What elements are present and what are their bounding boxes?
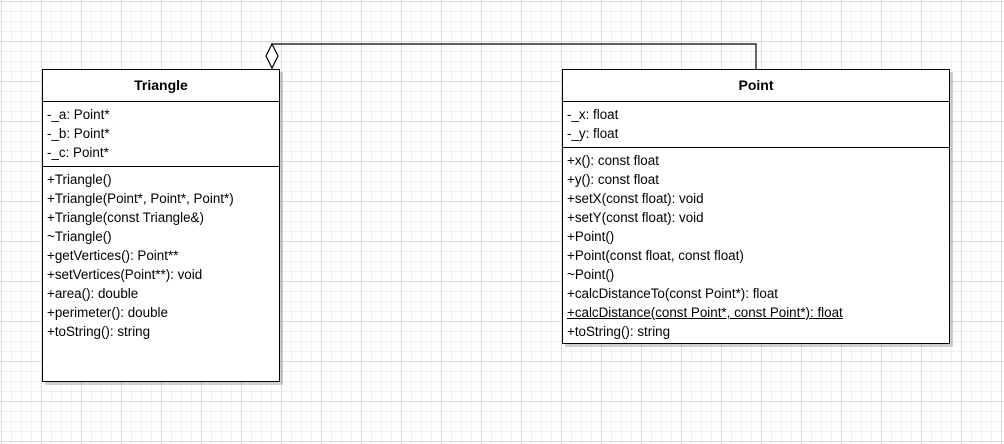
method-item: +y(): const float	[567, 172, 659, 187]
method-item: +Point()	[567, 229, 615, 244]
method-list: +x(): const float +y(): const float +set…	[563, 148, 949, 345]
class-name: Triangle	[43, 70, 279, 102]
method-item: +calcDistanceTo(const Point*): float	[567, 286, 778, 301]
attribute-list: -_a: Point* -_b: Point* -_c: Point*	[43, 102, 279, 167]
method-item: +toString(): string	[47, 324, 151, 339]
attribute-item: -_c: Point*	[47, 145, 109, 160]
method-item: +Point(const float, const float)	[567, 248, 744, 263]
method-item: +setY(const float): void	[567, 210, 704, 225]
aggregation-diamond-icon	[265, 42, 279, 70]
attribute-item: -_a: Point*	[47, 107, 110, 122]
method-item: ~Triangle()	[47, 229, 112, 244]
method-item: ~Point()	[567, 267, 615, 282]
method-item: +perimeter(): double	[47, 305, 168, 320]
method-item: +Triangle(const Triangle&)	[47, 210, 204, 225]
method-item: +toString(): string	[567, 324, 671, 339]
method-item: +getVertices(): Point**	[47, 248, 179, 263]
attribute-item: -_y: float	[567, 126, 619, 141]
aggregation-line[interactable]	[272, 43, 757, 69]
attribute-item: -_b: Point*	[47, 126, 110, 141]
method-item: +setVertices(Point**): void	[47, 267, 203, 282]
class-point[interactable]: Point -_x: float -_y: float +x(): const …	[562, 69, 950, 344]
method-list: +Triangle() +Triangle(Point*, Point*, Po…	[43, 167, 279, 345]
class-name: Point	[563, 70, 949, 102]
attribute-item: -_x: float	[567, 107, 619, 122]
class-triangle[interactable]: Triangle -_a: Point* -_b: Point* -_c: Po…	[42, 69, 280, 382]
method-item: +Triangle()	[47, 172, 112, 187]
attribute-list: -_x: float -_y: float	[563, 102, 949, 148]
method-item: +setX(const float): void	[567, 191, 704, 206]
method-item: +area(): double	[47, 286, 139, 301]
method-item: +Triangle(Point*, Point*, Point*)	[47, 191, 234, 206]
static-method-item: +calcDistance(const Point*, const Point*…	[567, 305, 843, 320]
method-item: +x(): const float	[567, 153, 659, 168]
